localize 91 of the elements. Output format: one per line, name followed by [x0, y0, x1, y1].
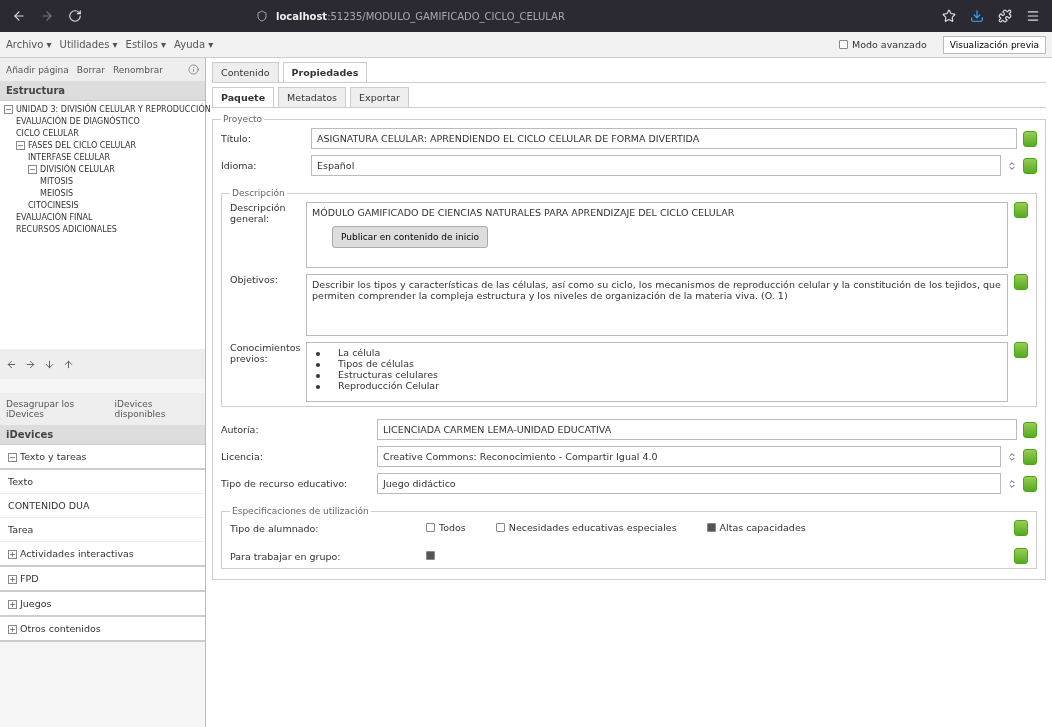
structure-action[interactable]: Borrar — [76, 64, 105, 75]
tab[interactable]: Contenido — [212, 62, 279, 82]
menu-icon[interactable] — [1026, 9, 1040, 23]
puzzle-icon[interactable] — [998, 9, 1012, 23]
field-label: Conocimientos previos: — [230, 342, 300, 364]
bullet-icon — [316, 362, 320, 367]
idevices-link[interactable]: iDevices disponibles — [114, 399, 199, 419]
collapse-icon[interactable] — [28, 165, 37, 174]
expand-icon[interactable] — [8, 575, 17, 584]
reload-icon[interactable] — [68, 9, 82, 23]
right-arrow-icon[interactable] — [25, 358, 36, 370]
menu-item[interactable]: Utilidades ▾ — [59, 39, 118, 50]
option-checkbox[interactable]: Altas capacidades — [706, 522, 806, 533]
bullet-icon — [316, 373, 320, 378]
section-legend: Especificaciones de utilización — [230, 506, 371, 516]
prior-knowledge-field[interactable]: La célula Tipos de células Estructuras celulares Reproducción Celular — [306, 342, 1008, 402]
collapse-icon[interactable] — [4, 105, 13, 114]
star-icon[interactable] — [942, 9, 956, 23]
dropdown-icon[interactable] — [1007, 478, 1017, 489]
idevice-group[interactable]: Texto y tareas — [20, 451, 87, 462]
tree-item[interactable]: INTERFASE CELULAR — [28, 153, 111, 162]
language-select[interactable]: Español — [311, 155, 1001, 176]
info-icon[interactable] — [188, 64, 199, 75]
option-checkbox[interactable]: Necesidades educativas especiales — [495, 522, 677, 533]
menu-item[interactable]: Archivo ▾ — [6, 39, 52, 50]
collapse-icon[interactable] — [8, 453, 17, 462]
collapse-icon[interactable] — [16, 141, 25, 150]
tree-item[interactable]: DIVISIÓN CELULAR — [28, 165, 115, 174]
license-select[interactable]: Creative Commons: Reconocimiento - Compartir Igual 4.0 — [377, 446, 1001, 467]
panel-header: iDevices — [0, 425, 205, 445]
tree-item[interactable]: RECURSOS ADICIONALES — [16, 225, 117, 234]
structure-action[interactable]: Renombrar — [112, 64, 163, 75]
objectives-field[interactable]: Describir los tipos y características de las células, así como su ciclo, los mecanismos de reproducción celular y la constitución de los tejidos, que permiten comprender la compleja estructura y los niveles de organización de la materia viva. (O. 1) — [306, 274, 1008, 336]
tree-item[interactable]: FASES DEL CICLO CELULAR — [16, 141, 137, 150]
tree-item[interactable]: UNIDAD 3: DIVISIÓN CELULAR Y REPRODUCCIÓN — [4, 105, 211, 114]
field-label: Para trabajar en grupo: — [230, 550, 342, 562]
resource-select[interactable]: Juego didáctico — [377, 473, 1001, 494]
structure-action[interactable]: Añadir página — [6, 64, 69, 75]
up-arrow-icon[interactable] — [63, 358, 74, 370]
expand-icon[interactable] — [8, 550, 17, 559]
group-checkbox[interactable] — [426, 550, 435, 560]
menu-item[interactable]: Ayuda ▾ — [174, 39, 214, 50]
expand-icon[interactable] — [8, 625, 17, 634]
left-arrow-icon[interactable] — [6, 358, 17, 370]
bullet-icon — [316, 384, 320, 389]
idevice-item[interactable]: Texto — [0, 470, 205, 494]
idevices-link[interactable]: Desagrupar los iDevices — [6, 399, 107, 419]
down-arrow-icon[interactable] — [44, 358, 55, 370]
authorship-field[interactable]: LICENCIADA CARMEN LEMA-UNIDAD EDUCATIVA — [377, 419, 1017, 440]
tab[interactable]: Propiedades — [282, 62, 368, 82]
shield-icon — [256, 10, 268, 22]
tree-item[interactable]: MEIOSIS — [40, 189, 74, 198]
forward-icon[interactable] — [40, 9, 54, 23]
tab[interactable]: Metadatos — [278, 87, 347, 107]
tree-item[interactable]: CICLO CELULAR — [16, 129, 79, 138]
field-label: Tipo de recurso educativo: — [221, 478, 349, 489]
field-label: Descripción general: — [230, 202, 287, 224]
option-checkbox[interactable]: Todos — [426, 522, 466, 533]
panel-header: Estructura — [0, 81, 205, 101]
idevice-item[interactable]: Tarea — [0, 518, 205, 542]
section-legend: Proyecto — [221, 114, 265, 124]
expand-icon[interactable] — [8, 600, 17, 609]
idevice-item[interactable]: CONTENIDO DUA — [0, 494, 205, 518]
preview-button[interactable]: Visualización previa — [942, 35, 1046, 54]
mode-checkbox[interactable]: Modo avanzado — [838, 39, 927, 50]
idevice-group[interactable]: FPD — [20, 573, 39, 584]
download-icon[interactable] — [970, 9, 984, 23]
tree-item[interactable]: CITOCINESIS — [28, 201, 79, 210]
dropdown-icon[interactable] — [1007, 451, 1017, 462]
back-icon[interactable] — [12, 9, 26, 23]
field-label: Autoría: — [221, 424, 260, 435]
idevice-group[interactable]: Juegos — [20, 598, 52, 609]
description-field[interactable]: MÓDULO GAMIFICADO DE CIENCIAS NATURALES PARA APRENDIZAJE DEL CICLO CELULAR Publicar en contenido de inicio — [306, 202, 1008, 268]
tree-item[interactable]: EVALUACIÓN FINAL — [16, 213, 93, 222]
bullet-icon — [316, 351, 320, 356]
tree-item[interactable]: MITOSIS — [40, 177, 73, 186]
title-field[interactable]: ASIGNATURA CELULAR: APRENDIENDO EL CICLO CELULAR DE FORMA DIVERTIDA — [311, 128, 1017, 149]
dropdown-icon[interactable] — [1007, 160, 1017, 171]
idevice-group[interactable]: Otros contenidos — [20, 623, 101, 634]
field-label: Objetivos: — [230, 274, 279, 285]
menu-item[interactable]: Estilos ▾ — [125, 39, 167, 50]
section-legend: Descripción — [230, 188, 287, 198]
field-label: Tipo de alumnado: — [230, 522, 320, 534]
field-label: Idioma: — [221, 160, 258, 171]
publish-button[interactable]: Publicar en contenido de inicio — [332, 226, 489, 248]
tree-item[interactable]: EVALUACIÓN DE DIAGNÓSTICO — [16, 117, 140, 126]
tab[interactable]: Exportar — [350, 87, 409, 107]
url-text[interactable]: localhost:51235/MODULO_GAMIFICADO_CICLO_CELULAR — [276, 10, 565, 22]
field-label: Título: — [221, 133, 252, 144]
field-label: Licencia: — [221, 451, 264, 462]
tab[interactable]: Paquete — [212, 87, 275, 107]
